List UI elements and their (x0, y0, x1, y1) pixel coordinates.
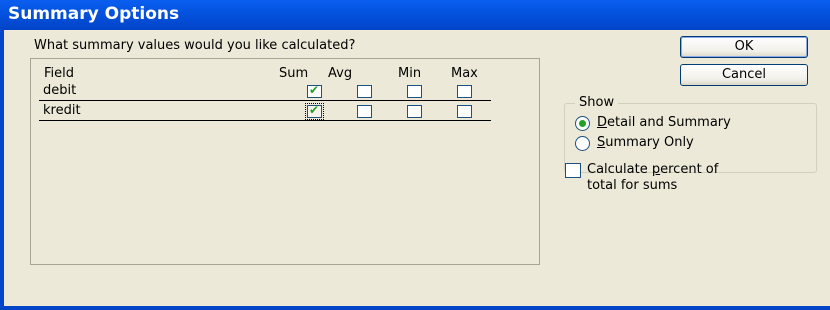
window-left-border (0, 30, 4, 310)
max-checkbox[interactable] (457, 85, 472, 98)
field-name: debit (43, 83, 77, 98)
avg-checkbox[interactable] (357, 85, 372, 98)
ok-button[interactable]: OK (680, 36, 808, 58)
min-checkbox[interactable] (407, 85, 422, 98)
show-group-label: Show (575, 95, 619, 110)
summary-only-radio[interactable] (575, 136, 590, 151)
header-avg: Avg (328, 66, 353, 81)
avg-checkbox[interactable] (357, 105, 372, 118)
table-row: debit ✔ (39, 82, 491, 101)
table-row: kredit ✔ (39, 102, 491, 121)
header-field: Field (44, 66, 75, 81)
calculate-percent-checkbox[interactable] (565, 163, 581, 178)
field-name: kredit (43, 103, 81, 118)
cancel-button[interactable]: Cancel (680, 64, 808, 86)
header-sum: Sum (279, 66, 309, 81)
sum-checkbox[interactable]: ✔ (307, 83, 322, 98)
checkmark-icon: ✔ (309, 83, 320, 97)
calculate-percent-label[interactable]: Calculate percent of total for sums (587, 162, 787, 194)
sum-checkbox[interactable]: ✔ (305, 103, 324, 120)
question-label: What summary values would you like calcu… (34, 38, 356, 53)
max-checkbox[interactable] (457, 105, 472, 118)
dialog-title: Summary Options (8, 4, 180, 24)
summary-options-dialog: Summary Options What summary values woul… (0, 0, 830, 310)
summary-field-grid: Field Sum Avg Min Max debit ✔ kredit ✔ (30, 58, 540, 265)
header-max: Max (451, 66, 478, 81)
title-bar[interactable]: Summary Options (0, 0, 830, 30)
detail-and-summary-label[interactable]: Detail and Summary (597, 115, 731, 130)
header-min: Min (398, 66, 422, 81)
min-checkbox[interactable] (407, 105, 422, 118)
summary-only-label[interactable]: Summary Only (597, 135, 694, 150)
detail-and-summary-radio[interactable] (575, 116, 590, 131)
checkmark-icon: ✔ (309, 103, 320, 117)
radio-selected-icon (579, 120, 586, 127)
window-bottom-border (0, 306, 830, 310)
